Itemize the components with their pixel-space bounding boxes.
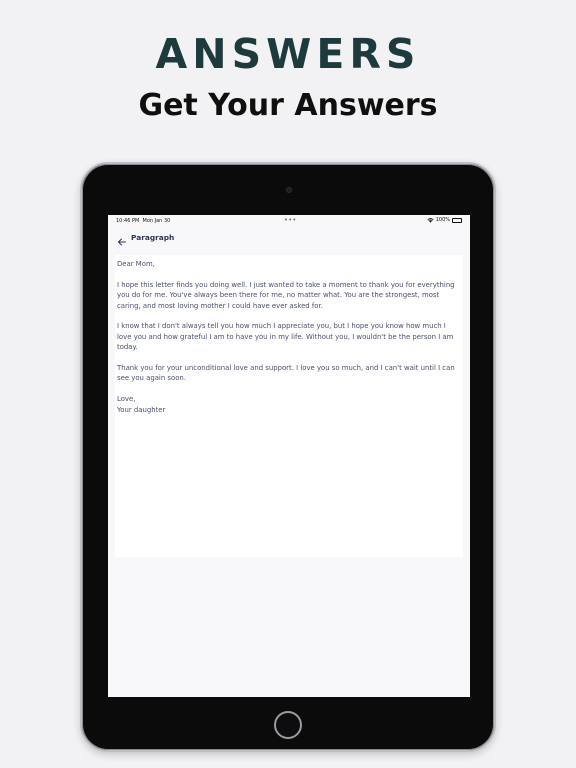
letter-closing: Love, — [117, 395, 136, 404]
promo-headline: ANSWERS — [155, 30, 421, 78]
wifi-icon — [427, 217, 434, 223]
status-time: 10:46 PM — [116, 218, 140, 224]
app-screen: 10:46 PM Mon Jan 30 ••• 100% Paragraph D… — [108, 215, 470, 697]
letter-greeting: Dear Mom, — [117, 260, 155, 268]
front-camera — [286, 187, 292, 193]
letter-paragraph-1: I hope this letter finds you doing well.… — [117, 280, 455, 310]
navigation-bar: Paragraph — [108, 227, 470, 247]
status-indicators: 100% — [427, 217, 462, 223]
multitasking-dots[interactable]: ••• — [284, 216, 296, 224]
letter-signature: Your daughter — [117, 405, 166, 414]
status-date: Mon Jan 30 — [142, 218, 171, 224]
page-title: Paragraph — [131, 233, 175, 242]
battery-icon — [452, 217, 462, 223]
status-bar: 10:46 PM Mon Jan 30 ••• 100% — [108, 215, 470, 227]
battery-percent: 100% — [435, 217, 450, 223]
letter-text-area[interactable]: Dear Mom, I hope this letter finds you d… — [115, 255, 463, 557]
arrow-left-icon[interactable] — [117, 232, 127, 246]
letter-paragraph-3: Thank you for your unconditional love an… — [117, 364, 455, 383]
letter-content: Dear Mom, I hope this letter finds you d… — [117, 259, 461, 415]
promo-subheadline: Get Your Answers — [138, 88, 438, 123]
letter-paragraph-2: I know that I don't always tell you how … — [117, 322, 454, 352]
tablet-device-frame: 10:46 PM Mon Jan 30 ••• 100% Paragraph D… — [80, 162, 496, 752]
status-time-date: 10:46 PM Mon Jan 30 — [116, 218, 170, 224]
home-button[interactable] — [274, 711, 302, 739]
